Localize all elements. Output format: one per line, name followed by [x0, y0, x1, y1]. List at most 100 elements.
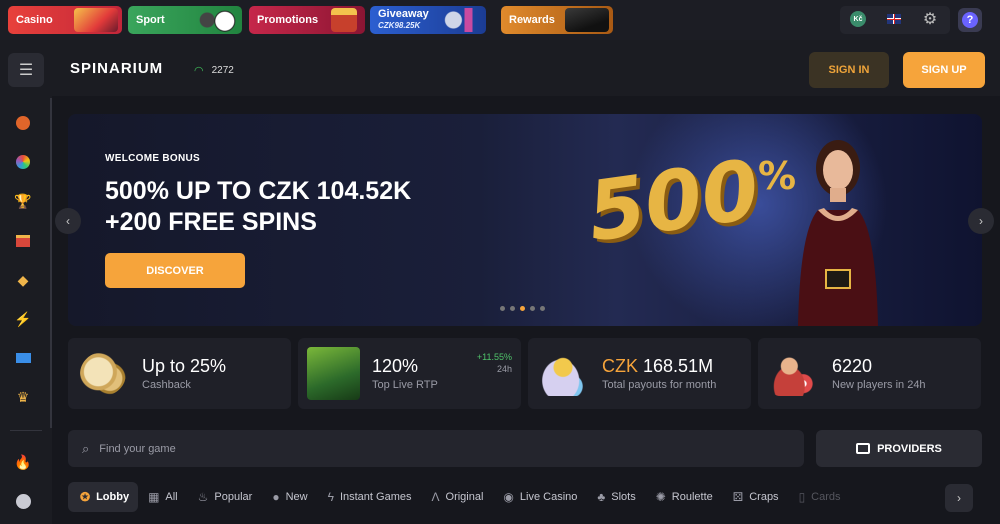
- sidebar: 🏆 ◆ ⚡ ♛ 🔥: [0, 96, 52, 524]
- tab-popular[interactable]: ♨ Popular: [188, 482, 263, 512]
- new-players-label: New players in 24h: [832, 379, 926, 391]
- logo-text: SPINARIUM: [70, 60, 164, 77]
- tab-cards[interactable]: ▯ Cards: [789, 482, 851, 512]
- tab-slots[interactable]: ♣ Slots: [587, 482, 645, 512]
- uk-flag-icon: [887, 14, 901, 24]
- banner-title-line2: +200 FREE SPINS: [105, 208, 317, 236]
- help-button[interactable]: ?: [958, 8, 982, 32]
- question-icon: ?: [962, 12, 978, 28]
- welcome-bonus-banner[interactable]: WELCOME BONUS 500% UP TO CZK 104.52K +20…: [68, 114, 982, 326]
- payouts-amount: 168.51M: [643, 356, 714, 376]
- logo[interactable]: SPINARIUM: [70, 60, 163, 77]
- sign-up-button[interactable]: SIGN UP: [903, 52, 985, 88]
- pagination-dot[interactable]: [510, 306, 515, 311]
- colorful-ball-icon[interactable]: [14, 153, 32, 171]
- tab-label: Lobby: [96, 491, 130, 503]
- cashback-card[interactable]: Up to 25% Cashback: [68, 338, 291, 409]
- gear-icon[interactable]: ⚙: [919, 8, 941, 30]
- bolt-icon: ϟ: [327, 490, 334, 504]
- pagination-dot-active[interactable]: [520, 306, 525, 311]
- banner-kicker: WELCOME BONUS: [105, 153, 201, 164]
- roulette-icon: ✺: [655, 490, 666, 504]
- chevron-right-icon: ›: [957, 491, 961, 505]
- ticket-icon[interactable]: [14, 349, 32, 367]
- sign-in-button[interactable]: SIGN IN: [809, 52, 889, 88]
- cashback-value: Up to 25%: [142, 356, 227, 376]
- chevron-left-icon: ‹: [66, 214, 70, 228]
- original-icon: Λ: [431, 490, 440, 504]
- rtp-change-period: 24h: [496, 364, 512, 374]
- search-placeholder: Find your game: [99, 442, 176, 455]
- rtp-value: 120%: [372, 356, 419, 376]
- rtp-change-value: +11.55%: [476, 352, 512, 362]
- flame-icon: ♨: [197, 490, 209, 504]
- sidebar-scrollbar[interactable]: [50, 98, 52, 428]
- payouts-value: CZK 168.51M: [602, 356, 713, 377]
- tab-label: Cards: [811, 491, 841, 503]
- pagination-dot[interactable]: [540, 306, 545, 311]
- basketball-icon[interactable]: [14, 114, 32, 132]
- category-tabs: ✪ Lobby ▦ All ♨ Popular ● New ϟ Instant Games…: [68, 480, 946, 514]
- providers-icon: [856, 443, 871, 454]
- tab-new[interactable]: ● New: [262, 482, 317, 512]
- rtp-label: Top Live RTP: [372, 379, 438, 391]
- rewards-chip[interactable]: Rewards: [501, 6, 613, 34]
- new-players-card[interactable]: 6220 New players in 24h: [758, 338, 981, 409]
- search-input[interactable]: ⌕ Find your game: [68, 430, 804, 467]
- game-thumbnail-icon: [307, 347, 360, 400]
- categories-next-button[interactable]: ›: [945, 484, 973, 512]
- dice-icon: ⚄: [732, 490, 744, 504]
- banner-prev-button[interactable]: ‹: [55, 208, 81, 234]
- discover-button[interactable]: DISCOVER: [105, 253, 245, 288]
- banner-model-image: [798, 140, 878, 326]
- sidebar-divider: [10, 430, 42, 431]
- new-badge-icon: ●: [272, 490, 280, 504]
- new-icon[interactable]: [14, 492, 32, 510]
- cash-stack-icon: [565, 8, 609, 32]
- online-count: 2272: [211, 65, 234, 76]
- payouts-currency: CZK: [602, 356, 638, 376]
- tab-label: Live Casino: [519, 491, 578, 503]
- tab-label: New: [285, 491, 308, 503]
- tab-craps[interactable]: ⚄ Craps: [723, 482, 789, 512]
- promotions-chip[interactable]: Promotions: [249, 6, 365, 34]
- tab-original[interactable]: Λ Original: [422, 482, 494, 512]
- tab-live-casino[interactable]: ◉ Live Casino: [493, 482, 587, 512]
- add-user-icon: [770, 352, 816, 396]
- providers-label: PROVIDERS: [877, 442, 942, 455]
- payouts-label: Total payouts for month: [602, 379, 717, 391]
- sport-chip[interactable]: Sport: [128, 6, 242, 34]
- diamond-icon[interactable]: ◆: [14, 271, 32, 289]
- tab-roulette[interactable]: ✺ Roulette: [646, 482, 723, 512]
- rewards-label: Rewards: [509, 14, 555, 26]
- tab-instant-games[interactable]: ϟ Instant Games: [318, 482, 422, 512]
- tab-lobby[interactable]: ✪ Lobby: [68, 482, 139, 512]
- top-bar: Casino Sport Promotions Giveaway CZK98.2…: [0, 0, 1000, 40]
- tab-label: Popular: [214, 491, 253, 503]
- banner-pagination: [500, 306, 545, 311]
- banner-next-button[interactable]: ›: [968, 208, 994, 234]
- gift-box-icon: [331, 8, 357, 32]
- menu-collapse-icon: ☰: [18, 62, 34, 79]
- currency-symbol: Kč: [850, 11, 866, 27]
- top-rtp-card[interactable]: 120% Top Live RTP +11.55% 24h: [298, 338, 521, 409]
- tab-label: Instant Games: [339, 491, 412, 503]
- pagination-dot[interactable]: [530, 306, 535, 311]
- fire-icon[interactable]: 🔥: [14, 453, 32, 471]
- lightning-icon[interactable]: ⚡: [14, 310, 32, 328]
- casino-chip[interactable]: Casino: [8, 6, 122, 34]
- trophy-icon[interactable]: 🏆: [14, 192, 32, 210]
- tab-all[interactable]: ▦ All: [138, 482, 188, 512]
- tab-label: Roulette: [671, 491, 713, 503]
- pagination-dot[interactable]: [500, 306, 505, 311]
- gift-icon[interactable]: [14, 232, 32, 250]
- language-button[interactable]: [883, 8, 905, 30]
- providers-button[interactable]: PROVIDERS: [816, 430, 982, 467]
- promotions-label: Promotions: [257, 14, 319, 26]
- payouts-card[interactable]: CZK 168.51M Total payouts for month: [528, 338, 751, 409]
- currency-button[interactable]: Kč: [847, 8, 869, 30]
- crown-icon[interactable]: ♛: [14, 388, 32, 406]
- giveaway-chip[interactable]: Giveaway CZK98.25K: [370, 6, 486, 34]
- casino-label: Casino: [16, 14, 53, 26]
- menu-toggle-button[interactable]: ☰: [8, 53, 44, 87]
